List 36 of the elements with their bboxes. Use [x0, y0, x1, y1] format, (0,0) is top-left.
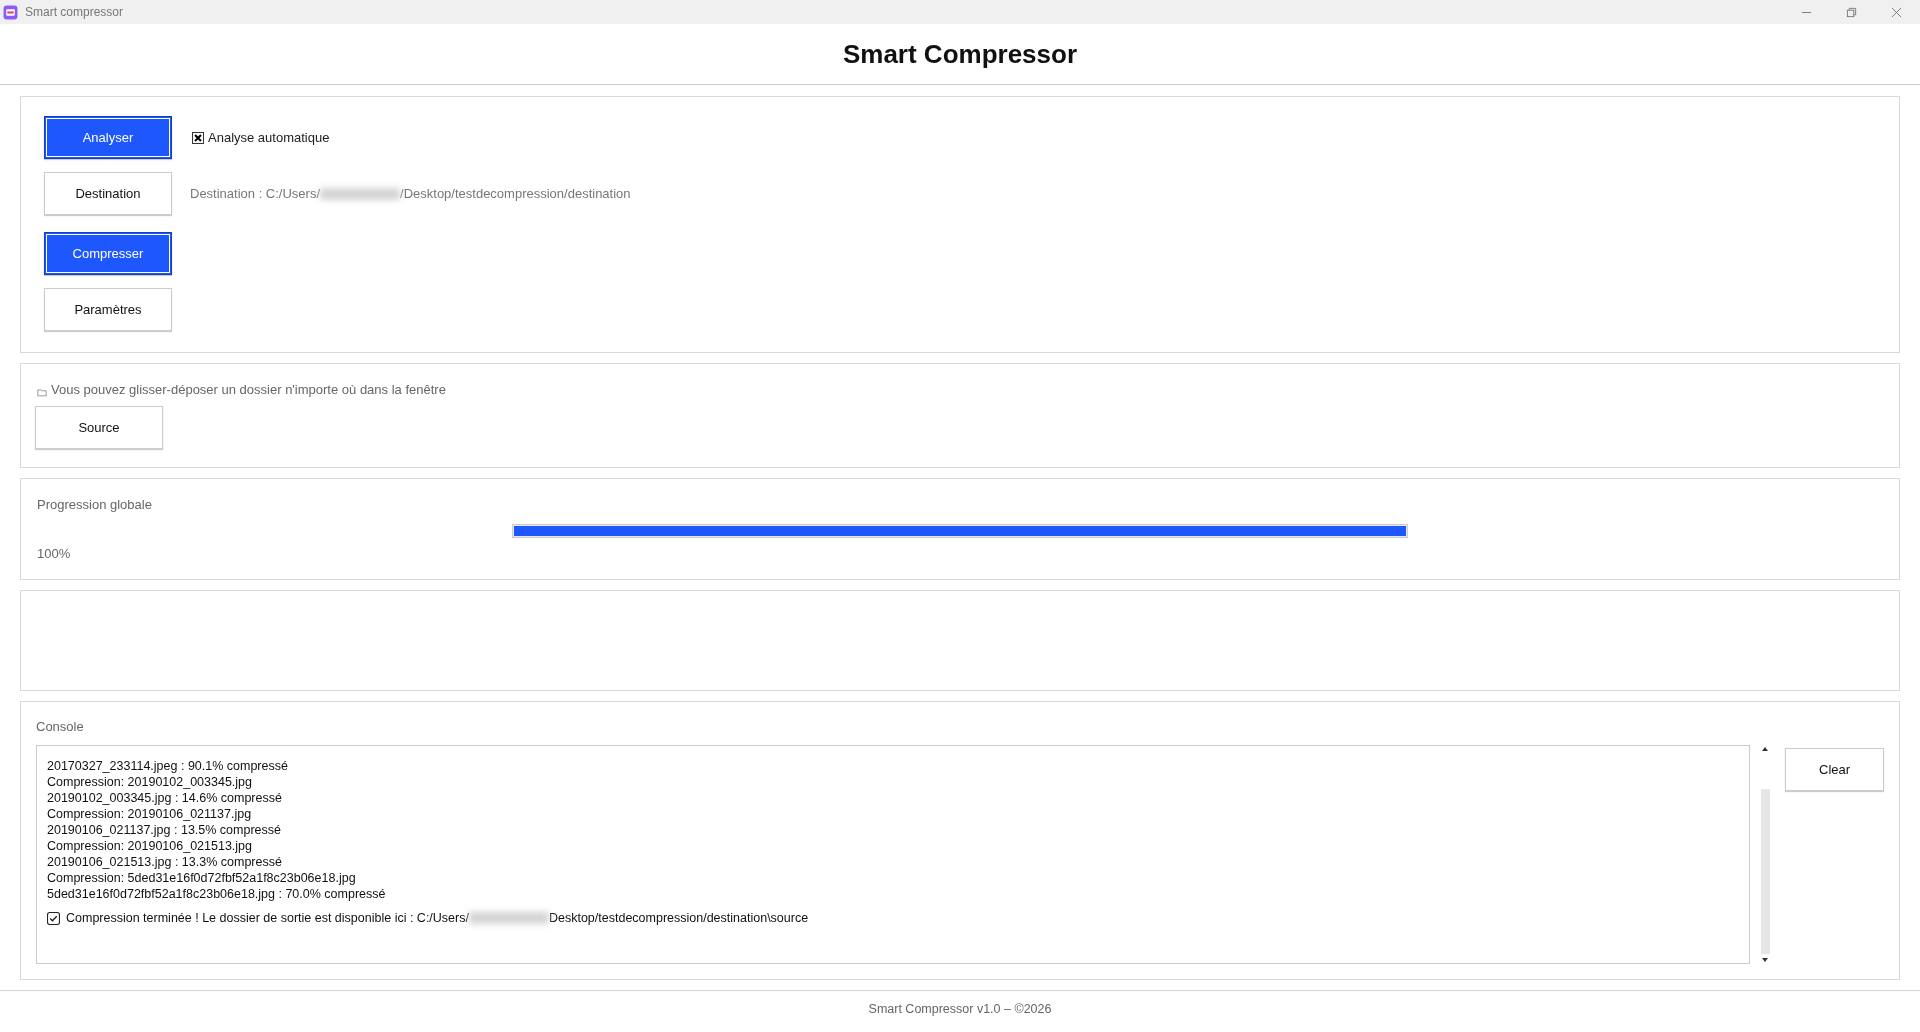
console-label: Console: [36, 719, 85, 734]
console-line: Desktop/testdecompression/destination\source: [548, 911, 809, 925]
progress-label: Progression globale: [37, 497, 153, 512]
footer-text: Smart Compressor v1.0 – ©2026: [868, 1001, 1052, 1016]
console-line: 5ded31e16f0d72fbf52a1f8c23b06e18.jpg : 70.0% compressé: [47, 886, 387, 902]
action-button[interactable]: Destination: [44, 172, 172, 215]
action-button[interactable]: Analyser: [44, 116, 172, 159]
scrollbar-track[interactable]: [1760, 789, 1770, 954]
folder-icon: [37, 387, 47, 397]
scroll-up-icon[interactable]: [1761, 745, 1770, 753]
action-button[interactable]: Compresser: [44, 232, 172, 275]
console-line: 20190106_021513.jpg : 13.3% compressé: [47, 854, 283, 870]
progress-percent: 100%: [37, 546, 72, 561]
destination-path: Destination : C:/Users/: [190, 186, 321, 201]
checkbox-label: Analyse automatique: [208, 130, 330, 145]
drop-hint: Vous pouvez glisser-déposer un dossier n'importe où dans la fenêtre: [51, 382, 446, 397]
scroll-down-icon[interactable]: [1761, 956, 1770, 964]
auto-analyse-checkbox[interactable]: [192, 131, 204, 144]
check-icon: [47, 911, 60, 925]
app-icon: [3, 4, 18, 20]
console-line: Compression terminée ! Le dossier de sortie est disponible ici : C:/Users/: [66, 911, 469, 925]
console-line: Compression: 20190106_021513.jpg: [47, 838, 254, 854]
console-line: 20190102_003345.jpg : 14.6% compressé: [47, 790, 283, 806]
console-line: 20170327_233114.jpeg : 90.1% compressé: [47, 758, 289, 774]
console-line: Compression: 20190106_021137.jpg: [47, 806, 253, 822]
action-button[interactable]: Paramètres: [44, 288, 172, 331]
console-line: Compression: 20190102_003345.jpg: [47, 774, 254, 790]
restore-icon[interactable]: [1846, 6, 1857, 18]
clear-button[interactable]: Clear: [1785, 748, 1884, 791]
source-button[interactable]: Source: [35, 406, 163, 449]
close-icon[interactable]: [1891, 6, 1902, 18]
app-title: Smart Compressor: [842, 38, 1078, 70]
destination-path: /Desktop/testdecompression/destination: [400, 186, 631, 201]
window-title: Smart compressor: [25, 5, 124, 19]
console-line: Compression: 5ded31e16f0d72fbf52a1f8c23b06e18.jpg: [47, 870, 357, 886]
console-line: 20190106_021137.jpg : 13.5% compressé: [47, 822, 282, 838]
